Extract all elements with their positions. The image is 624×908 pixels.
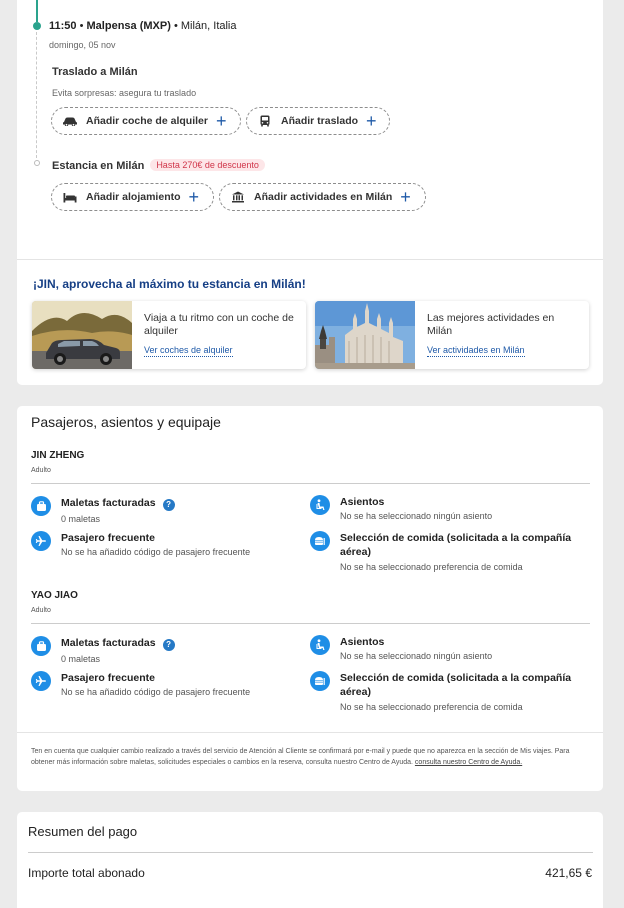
passenger-divider [31,483,590,484]
promo-title: ¡JIN, aprovecha al máximo tu estancia en… [33,277,306,291]
add-transfer-label: Añadir traslado [281,115,359,127]
customer-service-note: Ten en cuenta que cualquier cambio reali… [31,746,591,768]
timeline-line [36,0,38,22]
meal-icon [310,531,330,551]
seat-icon [310,635,330,655]
activities-promo-text: Las mejores actividades en Milán [427,312,555,337]
seat-icon [310,495,330,515]
timeline-dot-stay [34,160,40,166]
airplane-icon [31,531,51,551]
payment-summary-card: Resumen del pago Importe total abonado 4… [17,812,603,908]
plus-icon: + [215,111,227,131]
arrival-date: domingo, 05 nov [49,40,116,50]
seats-value: No se ha seleccionado ningún asiento [340,511,493,521]
payment-divider [28,852,593,853]
add-car-rental-label: Añadir coche de alquiler [86,115,208,127]
timeline-dashed-line [36,32,37,158]
passenger-type: Adulto [31,607,51,614]
passengers-card: Pasajeros, asientos y equipaje JIN ZHENG… [17,406,603,791]
help-center-link[interactable]: consulta nuestro Centro de Ayuda. [415,759,522,766]
suitcase-icon [31,636,51,656]
car-rental-promo-text: Viaja a tu ritmo con un coche de alquile… [144,312,294,337]
arrival-info: 11:50 • Malpensa (MXP) • Milán, Italia [49,20,237,32]
activities-promo-card[interactable]: Las mejores actividades en Milán Ver act… [315,301,589,369]
suitcase-icon [31,496,51,516]
activities-promo-link[interactable]: Ver actividades en Milán [427,345,525,357]
seats-title: Asientos [340,496,385,508]
note-divider [17,732,603,733]
arrival-airport: Malpensa (MXP) [86,20,171,32]
add-hotel-button[interactable]: Añadir alojamiento + [51,183,214,211]
car-rental-promo-card[interactable]: Viaja a tu ritmo con un coche de alquile… [32,301,306,369]
timeline-dot-arrival [33,22,41,30]
plus-icon: + [188,187,200,207]
meal-icon [310,671,330,691]
passenger-type: Adulto [31,467,51,474]
add-hotel-label: Añadir alojamiento [86,191,181,203]
museum-icon [230,191,246,203]
total-paid-label: Importe total abonado [28,866,145,880]
plus-icon: + [400,187,411,207]
plus-icon: + [366,111,377,131]
total-paid-amount: 421,65 € [545,866,592,880]
frequent-flyer-title: Pasajero frecuente [61,532,155,544]
add-car-rental-button[interactable]: Añadir coche de alquiler + [51,107,241,135]
checked-bags-value: 0 maletas [61,514,101,524]
payment-title: Resumen del pago [28,824,138,839]
seats-title: Asientos [340,636,385,648]
add-transfer-button[interactable]: Añadir traslado + [246,107,390,135]
passenger-divider [31,623,590,624]
meal-selection-value: No se ha seleccionado preferencia de com… [340,702,523,712]
stay-title: Estancia en Milán Hasta 270€ de descuento [52,159,265,172]
arrival-time: 11:50 [49,20,77,32]
checked-bags-value: 0 maletas [61,654,101,664]
meal-selection-title: Selección de comida (solicitada a la com… [340,532,572,558]
itinerary-card: 11:50 • Malpensa (MXP) • Milán, Italia d… [17,0,603,385]
transfer-subtitle: Evita sorpresas: asegura tu traslado [52,88,197,98]
bed-icon [62,191,78,203]
section-divider [17,259,603,260]
passenger-name: JIN ZHENG [31,450,85,461]
passengers-section-title: Pasajeros, asientos y equipaje [31,414,221,430]
milan-cathedral-photo [315,301,415,369]
checked-bags-title: Maletas facturadas [61,637,156,649]
add-activities-label: Añadir actividades en Milán [254,191,393,203]
car-photo [32,301,132,369]
car-rental-promo-link[interactable]: Ver coches de alquiler [144,345,233,357]
arrival-city: Milán, Italia [180,20,237,32]
frequent-flyer-title: Pasajero frecuente [61,672,155,684]
meal-selection-value: No se ha seleccionado preferencia de com… [340,562,523,572]
transfer-title: Traslado a Milán [52,66,138,78]
checked-bags-title: Maletas facturadas [61,497,156,509]
seats-value: No se ha seleccionado ningún asiento [340,651,493,661]
help-icon[interactable]: ? [162,639,175,651]
airplane-icon [31,671,51,691]
add-activities-button[interactable]: Añadir actividades en Milán + [219,183,426,211]
help-icon[interactable]: ? [162,499,175,511]
discount-badge: Hasta 270€ de descuento [150,159,265,171]
bus-icon [257,115,273,127]
meal-selection-title: Selección de comida (solicitada a la com… [340,672,572,698]
car-icon [62,115,78,127]
frequent-flyer-value: No se ha añadido código de pasajero frec… [61,547,251,557]
passenger-name: YAO JIAO [31,590,78,601]
frequent-flyer-value: No se ha añadido código de pasajero frec… [61,687,251,697]
